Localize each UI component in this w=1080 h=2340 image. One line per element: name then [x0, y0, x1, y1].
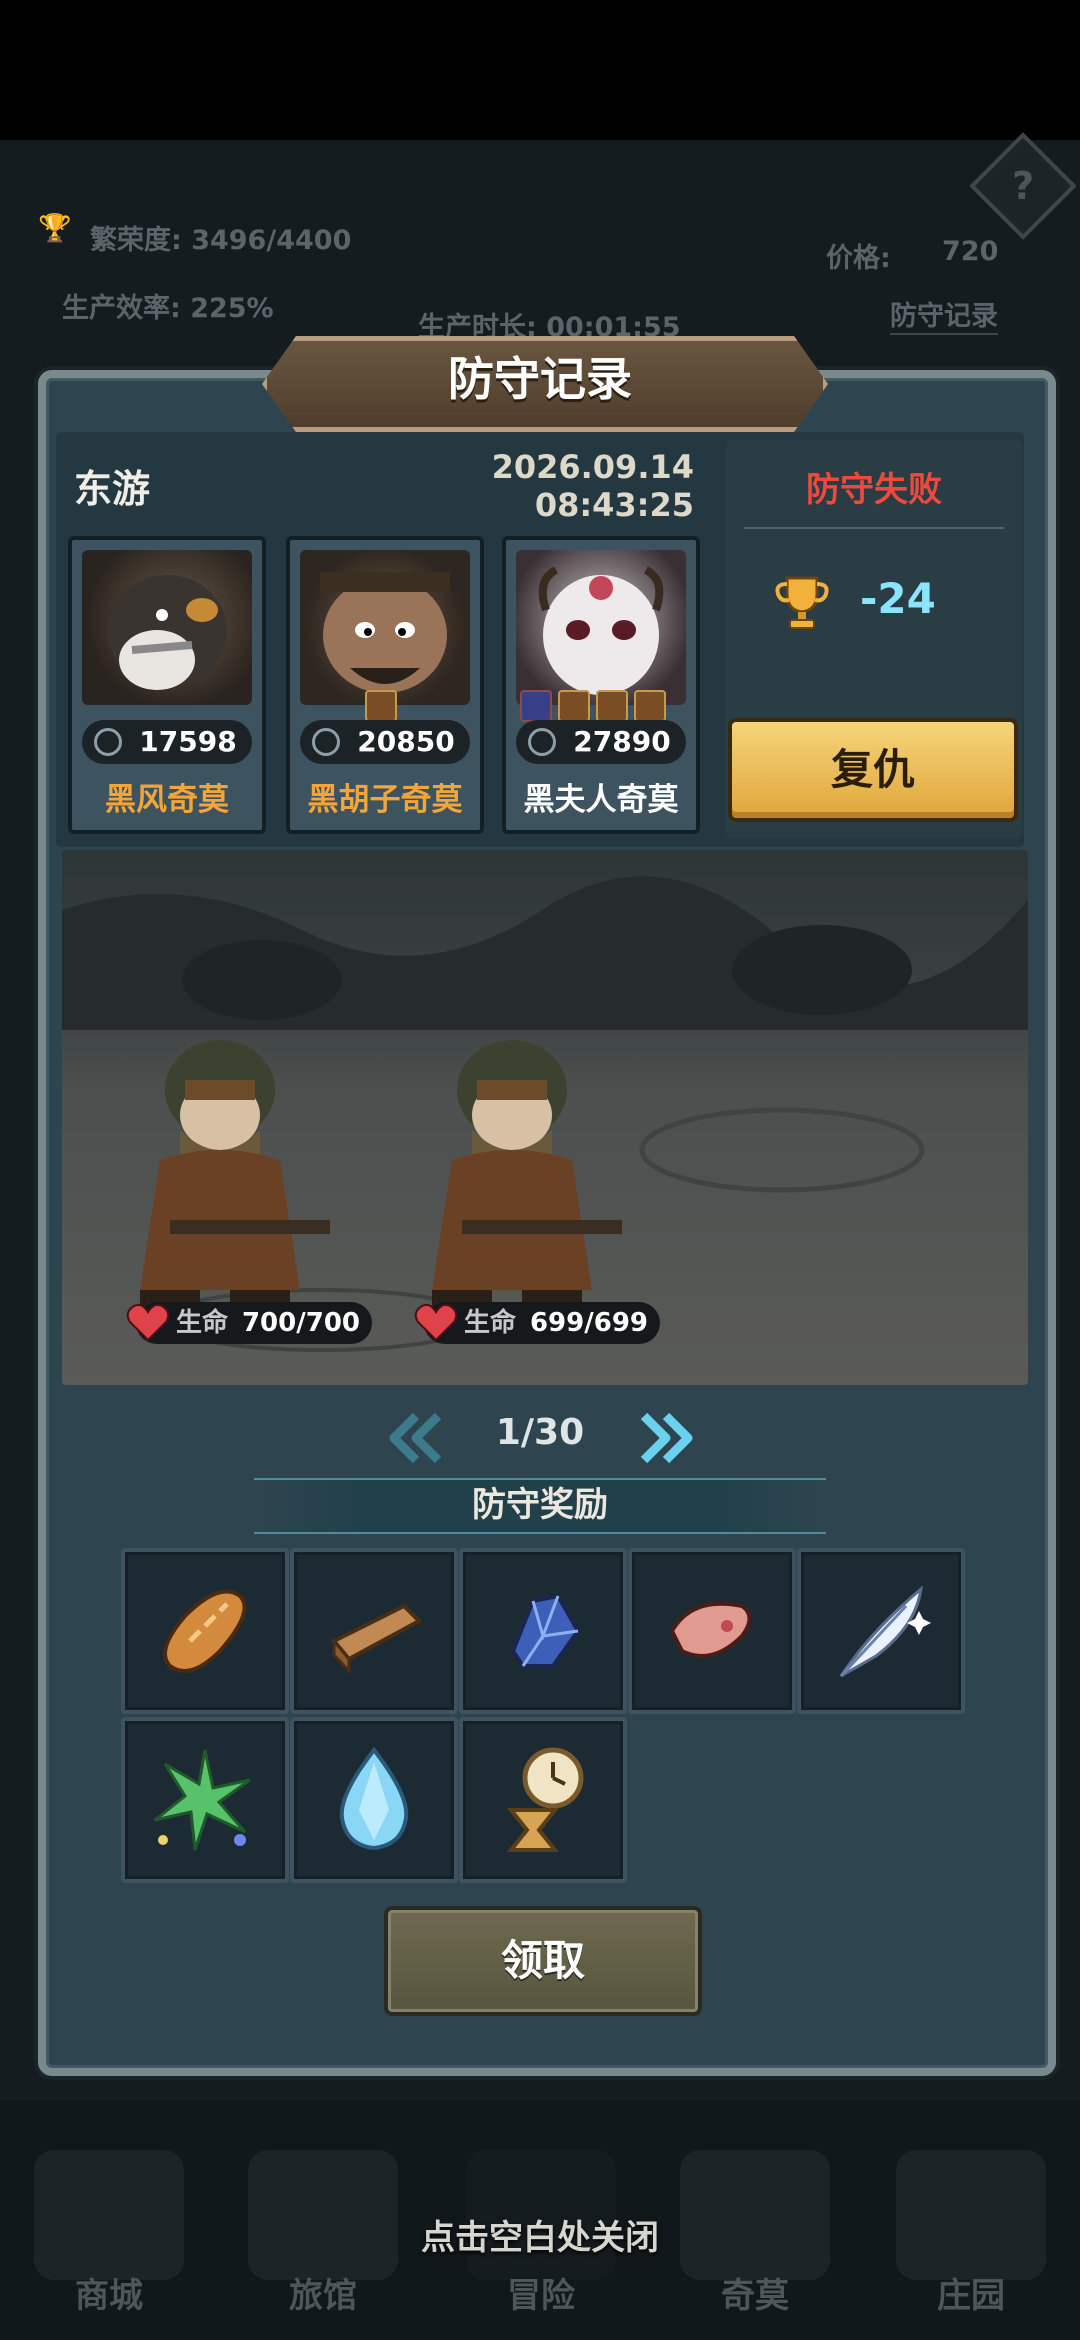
opponent-name: 东游	[74, 467, 151, 511]
hp-value: 699/699	[529, 1308, 649, 1338]
trophy-icon: 🏆	[38, 213, 72, 244]
next-page-icon[interactable]	[636, 1408, 696, 1468]
efficiency-text: 生产效率: 225%	[62, 293, 274, 324]
hero-power: 20850	[300, 720, 470, 764]
hero-name: 黑胡子奇莫	[307, 782, 463, 818]
green-star-icon	[154, 1749, 251, 1851]
hp-label: 生命	[176, 1308, 229, 1338]
water-drop-gem-icon	[339, 1746, 409, 1851]
heart-icon	[126, 1303, 170, 1342]
power-value: 20850	[357, 725, 455, 758]
records-link: 防守记录	[890, 294, 998, 335]
bread-icon	[163, 1589, 247, 1673]
wood-plank-icon	[330, 1603, 423, 1675]
power-icon	[312, 728, 340, 756]
trophy-icon	[775, 576, 829, 629]
reward-slot-6[interactable]	[121, 1717, 289, 1883]
reward-slot-7[interactable]	[290, 1717, 458, 1883]
equipment-icon	[365, 690, 397, 722]
equipment-icon	[520, 690, 552, 722]
hero-power: 17598	[82, 720, 252, 764]
soldier-1-icon	[140, 1040, 330, 1308]
blue-crystal-icon	[510, 1593, 581, 1668]
hp-value: 700/700	[241, 1308, 361, 1338]
claim-button-label[interactable]: 领取	[384, 1906, 702, 2016]
soldier-2-icon	[432, 1040, 622, 1308]
help-icon: ?	[1011, 164, 1035, 208]
hero-power: 27890	[516, 720, 686, 764]
nav-manor-label: 庄园	[937, 2276, 1005, 2316]
nav-qimo-label: 奇莫	[721, 2276, 789, 2316]
status-bar	[0, 0, 1080, 140]
nav-shop-label: 商城	[75, 2276, 143, 2316]
pink-petal-icon	[669, 1601, 752, 1658]
previous-page-icon[interactable]	[386, 1408, 446, 1468]
trophy-change: -24	[860, 574, 936, 623]
record-date: 2026.09.14	[491, 448, 694, 486]
price-value: 720	[942, 236, 999, 267]
prosperity-text: 繁荣度: 3496/4400	[90, 225, 352, 256]
hero-name: 黑夫人奇莫	[523, 782, 679, 818]
close-hint[interactable]: 点击空白处关闭	[0, 2210, 1080, 2259]
reward-slot-3[interactable]	[459, 1548, 627, 1714]
hero-card-1[interactable]: 17598 黑风奇莫	[68, 536, 266, 834]
equipment-icon	[634, 690, 666, 722]
hp-bar-1: 生命 700/700	[126, 1302, 372, 1344]
defense-result: 防守失败	[806, 470, 942, 510]
dialog-title: 防守记录	[448, 352, 632, 406]
hp-bar-2: 生命 699/699	[414, 1302, 660, 1344]
result-divider	[744, 527, 1004, 529]
feather-quill-icon	[839, 1585, 931, 1678]
hp-label: 生命	[464, 1308, 517, 1338]
black-wind-portrait-icon	[82, 550, 252, 705]
record-time: 08:43:25	[534, 486, 694, 524]
price-label: 价格:	[826, 243, 891, 274]
hero-card-3[interactable]: 27890 黑夫人奇莫	[502, 536, 700, 834]
equipment-icon	[558, 690, 590, 722]
hero-card-2[interactable]: 20850 黑胡子奇莫	[286, 536, 484, 834]
power-icon	[528, 728, 556, 756]
blackbeard-portrait-icon	[300, 550, 470, 705]
power-value: 27890	[573, 725, 671, 758]
reward-slot-5[interactable]	[797, 1548, 965, 1714]
power-value: 17598	[139, 725, 237, 758]
revenge-button-label[interactable]: 复仇	[728, 718, 1018, 822]
reward-slot-2[interactable]	[290, 1548, 458, 1714]
power-icon	[94, 728, 122, 756]
hero-name: 黑风奇莫	[105, 782, 229, 818]
nav-adventure-label: 冒险	[507, 2276, 575, 2316]
hourglass-icon	[506, 1747, 584, 1852]
equipment-icon	[596, 690, 628, 722]
nav-inn-label: 旅馆	[289, 2276, 357, 2316]
black-lady-portrait-icon	[516, 550, 686, 705]
reward-slot-4[interactable]	[628, 1548, 796, 1714]
reward-slot-1[interactable]	[121, 1548, 289, 1714]
reward-slot-8[interactable]	[459, 1717, 627, 1883]
page-indicator: 1/30	[495, 1412, 585, 1453]
heart-icon	[414, 1303, 458, 1342]
reward-title: 防守奖励	[472, 1485, 608, 1525]
